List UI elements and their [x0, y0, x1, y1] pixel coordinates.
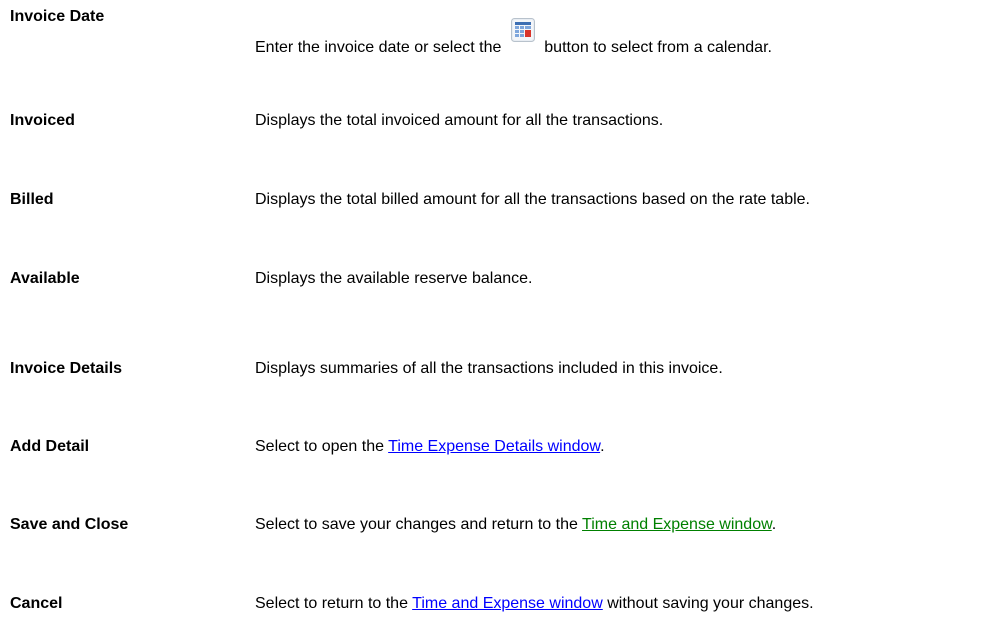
field-term: Save and Close [10, 516, 129, 533]
field-row-invoiced: Invoiced Displays the total invoiced amo… [10, 112, 995, 136]
field-description: Select to save your changes and return t… [255, 516, 777, 533]
time-expense-details-window-link[interactable]: Time Expense Details window [388, 438, 600, 455]
field-row-invoice-details: Invoice Details Displays summaries of al… [10, 360, 995, 384]
field-term: Billed [10, 191, 54, 208]
field-term: Invoice Date [10, 8, 105, 25]
field-description: Select to open the Time Expense Details … [255, 438, 605, 455]
field-term: Invoiced [10, 112, 75, 129]
field-description: Select to return to the Time and Expense… [255, 595, 814, 612]
field-term: Invoice Details [10, 360, 123, 377]
field-term: Cancel [10, 595, 63, 612]
time-and-expense-window-link[interactable]: Time and Expense window [412, 595, 603, 612]
field-term: Available [10, 270, 80, 287]
field-description: Displays the total invoiced amount for a… [255, 112, 664, 129]
field-row-billed: Billed Displays the total billed amount … [10, 191, 995, 215]
field-row-save-and-close: Save and Close Select to save your chang… [10, 516, 995, 540]
field-row-cancel: Cancel Select to return to the Time and … [10, 595, 995, 619]
field-term: Add Detail [10, 438, 90, 455]
field-description: Displays the total billed amount for all… [255, 191, 810, 208]
field-description: Displays summaries of all the transactio… [255, 360, 723, 377]
field-row-available: Available Displays the available reserve… [10, 270, 995, 294]
calendar-icon [510, 18, 535, 42]
time-and-expense-window-link[interactable]: Time and Expense window [582, 516, 772, 533]
field-row-add-detail: Add Detail Select to open the Time Expen… [10, 438, 995, 462]
field-description: Displays the available reserve balance. [255, 270, 533, 287]
field-row-invoice-date: Invoice Date Enter the invoice date or s… [10, 8, 995, 56]
field-description: Enter the invoice date or select the but… [255, 18, 772, 57]
